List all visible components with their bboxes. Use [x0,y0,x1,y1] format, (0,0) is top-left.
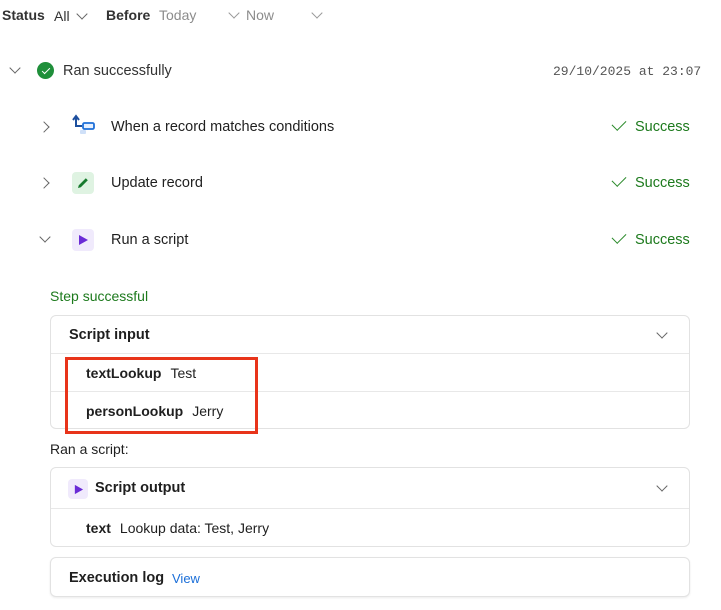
script-output-title: Script output [95,480,186,496]
pencil-icon [72,172,94,194]
execution-log-title: Execution log [69,570,165,586]
divider [51,353,689,354]
step-title: Update record [111,175,203,191]
expand-step-chevron-icon[interactable] [38,177,50,189]
chevron-down-icon [75,8,88,20]
play-icon [72,229,94,251]
step-status: Success [635,175,690,191]
script-output-chevron-down-icon[interactable] [656,480,668,492]
output-row: text Lookup data: Test, Jerry [86,520,269,536]
script-input-title: Script input [69,327,150,343]
success-check-icon [611,116,627,131]
trigger-icon [72,114,96,138]
ran-a-script-label: Ran a script: [50,441,129,457]
before-date-input[interactable]: Today [159,7,196,23]
expand-step-chevron-icon[interactable] [38,121,50,133]
view-log-link[interactable]: View [172,571,200,586]
play-icon [68,479,88,499]
time-select[interactable]: Now [246,7,274,23]
collapse-run-chevron-icon[interactable] [9,62,21,74]
status-filter-dropdown[interactable]: All [54,6,88,26]
step-title: Run a script [111,232,189,248]
success-check-icon [611,229,627,244]
before-filter-label: Before [106,7,151,23]
highlight-box [65,357,258,434]
output-key: text [86,520,111,536]
divider [51,508,689,509]
script-output-card: Script output text Lookup data: Test, Je… [50,467,690,547]
step-title: When a record matches conditions [111,119,335,135]
success-circle-icon [37,62,54,79]
run-status-title: Ran successfully [63,63,172,79]
status-filter-label: Status [2,7,45,23]
date-chevron-down-icon[interactable] [228,7,240,19]
success-check-icon [611,172,627,187]
step-status: Success [635,232,690,248]
output-value: Lookup data: Test, Jerry [119,520,270,536]
status-filter-value: All [54,8,70,24]
execution-log-card: Execution log View [50,557,690,597]
step-status: Success [635,119,690,135]
script-input-chevron-down-icon[interactable] [656,327,668,339]
time-chevron-down-icon[interactable] [311,7,323,19]
run-timestamp: 29/10/2025 at 23:07 [553,64,702,79]
collapse-step-chevron-icon[interactable] [39,231,51,243]
step-successful-label: Step successful [50,288,149,304]
